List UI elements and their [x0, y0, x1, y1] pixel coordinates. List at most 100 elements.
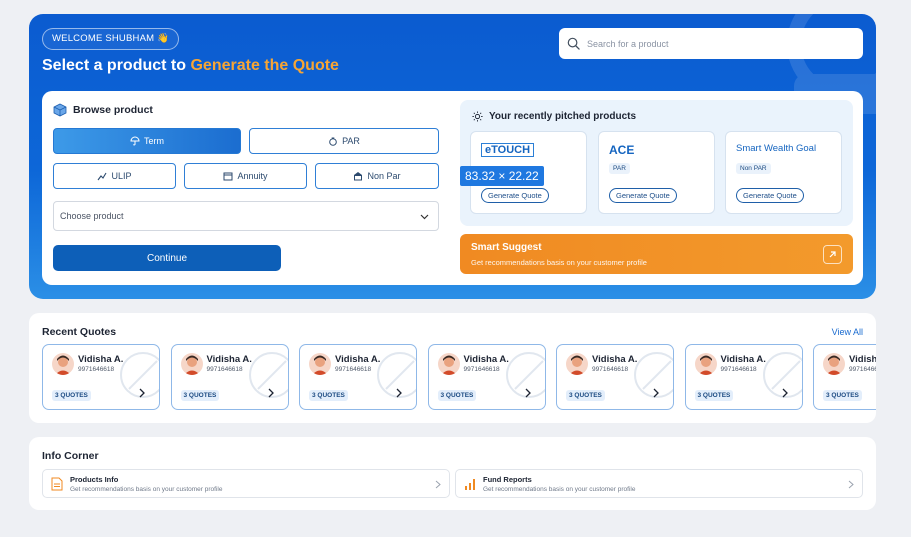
quote-card[interactable]: Vidisha A.9971646618 3 QUOTES [299, 344, 417, 410]
customer-phone: 9971646618 [78, 366, 115, 373]
continue-button[interactable]: Continue [53, 245, 281, 271]
money-bag-icon [329, 137, 337, 146]
quote-card[interactable]: Vidisha A.9971646618 3 QUOTES [813, 344, 876, 410]
quote-card[interactable]: Vidisha A.9971646618 3 QUOTES [170, 344, 289, 410]
pitched-product-card-smart-wealth-goal[interactable]: Smart Wealth Goal Non PAR Generate Quote [725, 131, 842, 214]
generate-quote-button[interactable]: Generate Quote [736, 188, 804, 203]
info-item-title: Fund Reports [483, 475, 532, 484]
customer-name: Vidisha A. [463, 354, 509, 365]
avatar [52, 353, 74, 375]
product-logo-smart-wealth-goal: Smart Wealth Goal [736, 143, 817, 154]
recently-pitched-panel: Your recently pitched products eTOUCH Ge… [460, 100, 853, 226]
pitched-product-card-ace[interactable]: ACE PAR Generate Quote [598, 131, 715, 214]
avatar [694, 353, 717, 375]
chevron-right-icon[interactable] [781, 388, 789, 398]
product-tab-term[interactable]: Term [53, 128, 241, 154]
info-corner-heading: Info Corner [42, 450, 99, 462]
welcome-chip: WELCOME SHUBHAM 👋 [42, 28, 180, 50]
customer-name: Vidisha A. [206, 354, 252, 365]
browse-heading: Browse product [53, 103, 153, 117]
customer-name: Vidisha A. [78, 354, 124, 365]
choose-product-select[interactable]: Choose product [53, 201, 439, 231]
quote-card[interactable]: Vidisha A.9971646618 3 QUOTES [427, 344, 546, 410]
product-tab-ulip[interactable]: ULIP [53, 163, 176, 189]
sun-icon [472, 111, 483, 122]
info-item-products-info[interactable]: Products Info Get recommendations basis … [42, 469, 450, 498]
arrow-up-right-icon[interactable] [823, 245, 842, 264]
smart-suggest-title: Smart Suggest [471, 242, 542, 253]
customer-name: Vidisha A. [592, 354, 638, 365]
page-title: Select a product to Generate the Quote [42, 57, 339, 75]
customer-phone: 9971646618 [206, 366, 243, 373]
info-item-title: Products Info [70, 475, 119, 484]
view-all-link[interactable]: View All [832, 327, 863, 337]
customer-phone: 9971646618 [720, 366, 757, 373]
chart-icon [98, 172, 107, 181]
quote-count-badge: 3 QUOTES [180, 390, 220, 401]
chevron-right-icon [848, 480, 854, 489]
smart-suggest-subtitle: Get recommendations basis on your custom… [471, 258, 647, 267]
product-tab-label: Annuity [237, 171, 268, 181]
recent-quotes-heading: Recent Quotes [42, 326, 117, 338]
info-item-fund-reports[interactable]: Fund Reports Get recommendations basis o… [455, 469, 863, 498]
search-icon [567, 37, 580, 50]
product-selection-card: Browse product Term PAR ULIP Annuity Non… [42, 91, 863, 285]
quote-card[interactable]: Vidisha A.9971646618 3 QUOTES [684, 344, 803, 410]
product-tab-label: ULIP [111, 171, 132, 181]
customer-phone: 9971646618 [335, 366, 372, 373]
quote-count-badge: 3 QUOTES [823, 390, 862, 401]
product-tab-annuity[interactable]: Annuity [184, 163, 307, 189]
chevron-right-icon [435, 480, 441, 489]
quote-count-badge: 3 QUOTES [694, 390, 734, 401]
product-tab-non-par[interactable]: Non Par [315, 163, 439, 189]
info-item-subtitle: Get recommendations basis on your custom… [483, 486, 636, 493]
product-tag: PAR [609, 163, 630, 174]
recently-pitched-heading-label: Your recently pitched products [489, 111, 637, 122]
bar-chart-icon [465, 479, 475, 490]
quote-card[interactable]: Vidisha A.9971646618 3 QUOTES [556, 344, 674, 410]
chevron-right-icon[interactable] [524, 388, 532, 398]
chevron-right-icon[interactable] [652, 388, 660, 398]
customer-name: Vidisha A. [720, 354, 766, 365]
customer-name: Vidisha A. [335, 354, 381, 365]
chevron-right-icon[interactable] [138, 388, 146, 398]
search-box[interactable] [559, 28, 863, 59]
choose-product-placeholder: Choose product [60, 211, 124, 221]
avatar [566, 353, 588, 375]
customer-name: Vidisha A. [849, 354, 876, 365]
customer-phone: 9971646618 [849, 366, 876, 373]
product-tab-label: Term [144, 136, 164, 146]
browse-heading-label: Browse product [73, 104, 153, 116]
chevron-down-icon [420, 214, 429, 220]
smart-suggest-banner[interactable]: Smart Suggest Get recommendations basis … [460, 234, 853, 274]
hero-banner: WELCOME SHUBHAM 👋 Select a product to Ge… [29, 14, 876, 299]
chevron-right-icon[interactable] [267, 388, 275, 398]
product-logo-etouch: eTOUCH [481, 143, 535, 157]
customer-phone: 9971646618 [592, 366, 629, 373]
search-input[interactable] [587, 38, 837, 49]
info-item-subtitle: Get recommendations basis on your custom… [70, 486, 223, 493]
product-tab-par[interactable]: PAR [249, 128, 439, 154]
avatar [180, 353, 203, 375]
recent-quotes-section: Recent Quotes View All Vidisha A. 9971646… [29, 313, 876, 423]
quote-card[interactable]: Vidisha A.9971646618 3 QUOTES [42, 344, 160, 410]
recently-pitched-heading: Your recently pitched products [472, 111, 636, 122]
calendar-icon [223, 172, 233, 181]
avatar [437, 353, 460, 375]
generate-quote-button[interactable]: Generate Quote [609, 188, 677, 203]
quote-count-badge: 3 QUOTES [437, 390, 477, 401]
product-tab-label: PAR [342, 136, 360, 146]
cube-icon [53, 103, 67, 117]
quote-count-badge: 3 QUOTES [309, 390, 348, 401]
page-title-prefix: Select a product to [42, 57, 191, 74]
umbrella-icon [130, 136, 140, 146]
chevron-right-icon[interactable] [395, 388, 403, 398]
avatar [309, 353, 331, 375]
page-title-accent: Generate the Quote [190, 57, 339, 74]
avatar [823, 353, 845, 375]
quote-count-badge: 3 QUOTES [566, 390, 605, 401]
info-corner-section: Info Corner Products Info Get recommenda… [29, 437, 876, 510]
measurement-tooltip: 83.32 × 22.22 [460, 166, 544, 186]
generate-quote-button[interactable]: Generate Quote [481, 188, 549, 203]
document-icon [51, 477, 63, 491]
